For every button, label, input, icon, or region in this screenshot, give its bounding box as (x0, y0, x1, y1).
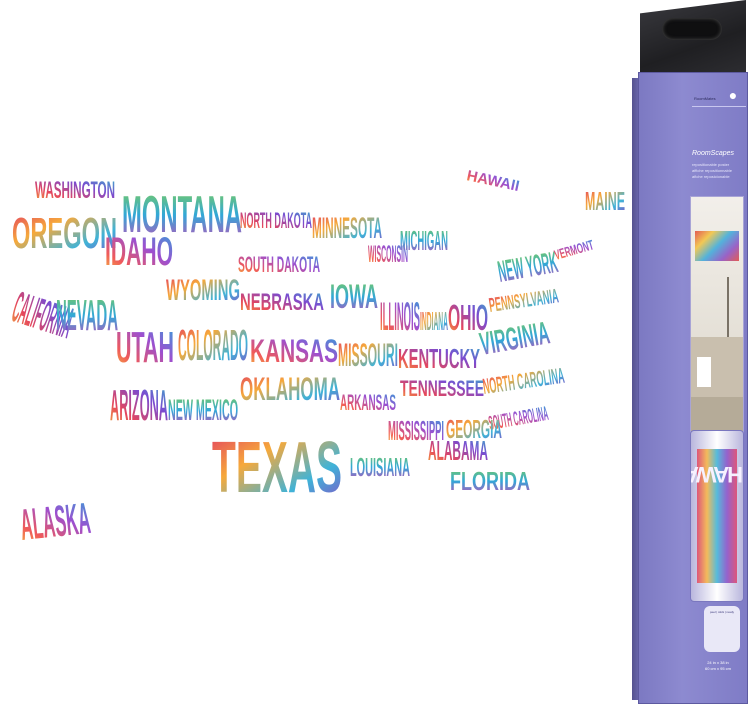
word-arizona: ARIZONA (110, 381, 168, 430)
word-kentucky: KENTUCKY (398, 343, 480, 374)
usa-word-map-art: HAWAII MAINE WASHINGTON OREGON IDAHO MON… (7, 167, 625, 550)
brand-logo: RoomMates (694, 96, 716, 101)
word-new-mexico: NEW MEXICO (168, 394, 238, 427)
word-tennessee: TENNESSEE (400, 376, 484, 401)
word-montana: MONTANA (122, 186, 242, 244)
word-wyoming: WYOMING (166, 274, 240, 307)
word-iowa: IOWA (330, 278, 378, 316)
poster-thumbnail (695, 231, 739, 261)
word-michigan: MICHIGAN (400, 225, 448, 256)
subtitle-en: repositionable poster (692, 162, 730, 167)
divider (692, 106, 746, 107)
word-nevada: NEVADA (56, 291, 118, 340)
word-virginia: VIRGINIA (477, 314, 552, 362)
paw-icon: ● (728, 87, 738, 103)
word-vermont: VERMONT (552, 236, 595, 262)
word-hawaii: HAWAII (465, 167, 521, 195)
word-arkansas: ARKANSAS (340, 390, 396, 415)
word-north-carolina: NORTH CAROLINA (481, 363, 566, 399)
word-louisiana: LOUISIANA (350, 452, 410, 482)
subtitle-es: afiche reposicionable (692, 174, 730, 179)
rolled-poster-text: HAWAII (691, 462, 743, 487)
word-washington: WASHINGTON (35, 177, 115, 204)
word-illinois: ILLINOIS (380, 295, 420, 339)
subtitle-fr: affiche repositionnable (692, 168, 732, 173)
word-colorado: COLORADO (178, 321, 248, 370)
word-kansas: KANSAS (250, 333, 338, 369)
product-name: RoomScapes (692, 150, 735, 157)
word-oregon: OREGON (12, 209, 117, 258)
word-oklahoma: OKLAHOMA (240, 371, 340, 407)
word-maine: MAINE (585, 186, 625, 216)
info-seal: peel | stick | ready (704, 606, 740, 652)
word-texas: TEXAS (212, 428, 342, 508)
word-north-dakota: NORTH DAKOTA (240, 208, 312, 233)
word-missouri: MISSOURI (338, 337, 398, 373)
word-south-dakota: SOUTH DAKOTA (238, 252, 320, 277)
word-georgia: GEORGIA (446, 414, 502, 444)
size-imperial: 24 in x 38 in (707, 660, 729, 665)
usa-word-map: HAWAII MAINE WASHINGTON OREGON IDAHO MON… (0, 0, 640, 640)
word-florida: FLORIDA (450, 466, 530, 496)
word-alaska: ALASKA (18, 494, 93, 550)
peel-stick-text: peel | stick | ready (709, 610, 735, 614)
poster-package: RoomMates ● RoomScapes repositionable po… (632, 0, 750, 705)
room-preview-photo (690, 196, 744, 438)
word-indiana: INDIANA (420, 306, 448, 336)
hang-tab-slot (662, 18, 722, 40)
word-new-york: NEW YORK (495, 246, 560, 289)
size-metric: 60 cm x 95 cm (704, 666, 731, 671)
word-utah: UTAH (116, 323, 174, 372)
word-pennsylvania: PENNSYLVANIA (488, 285, 560, 317)
word-nebraska: NEBRASKA (240, 289, 324, 316)
rolled-poster-window: HAWAII (690, 430, 744, 602)
